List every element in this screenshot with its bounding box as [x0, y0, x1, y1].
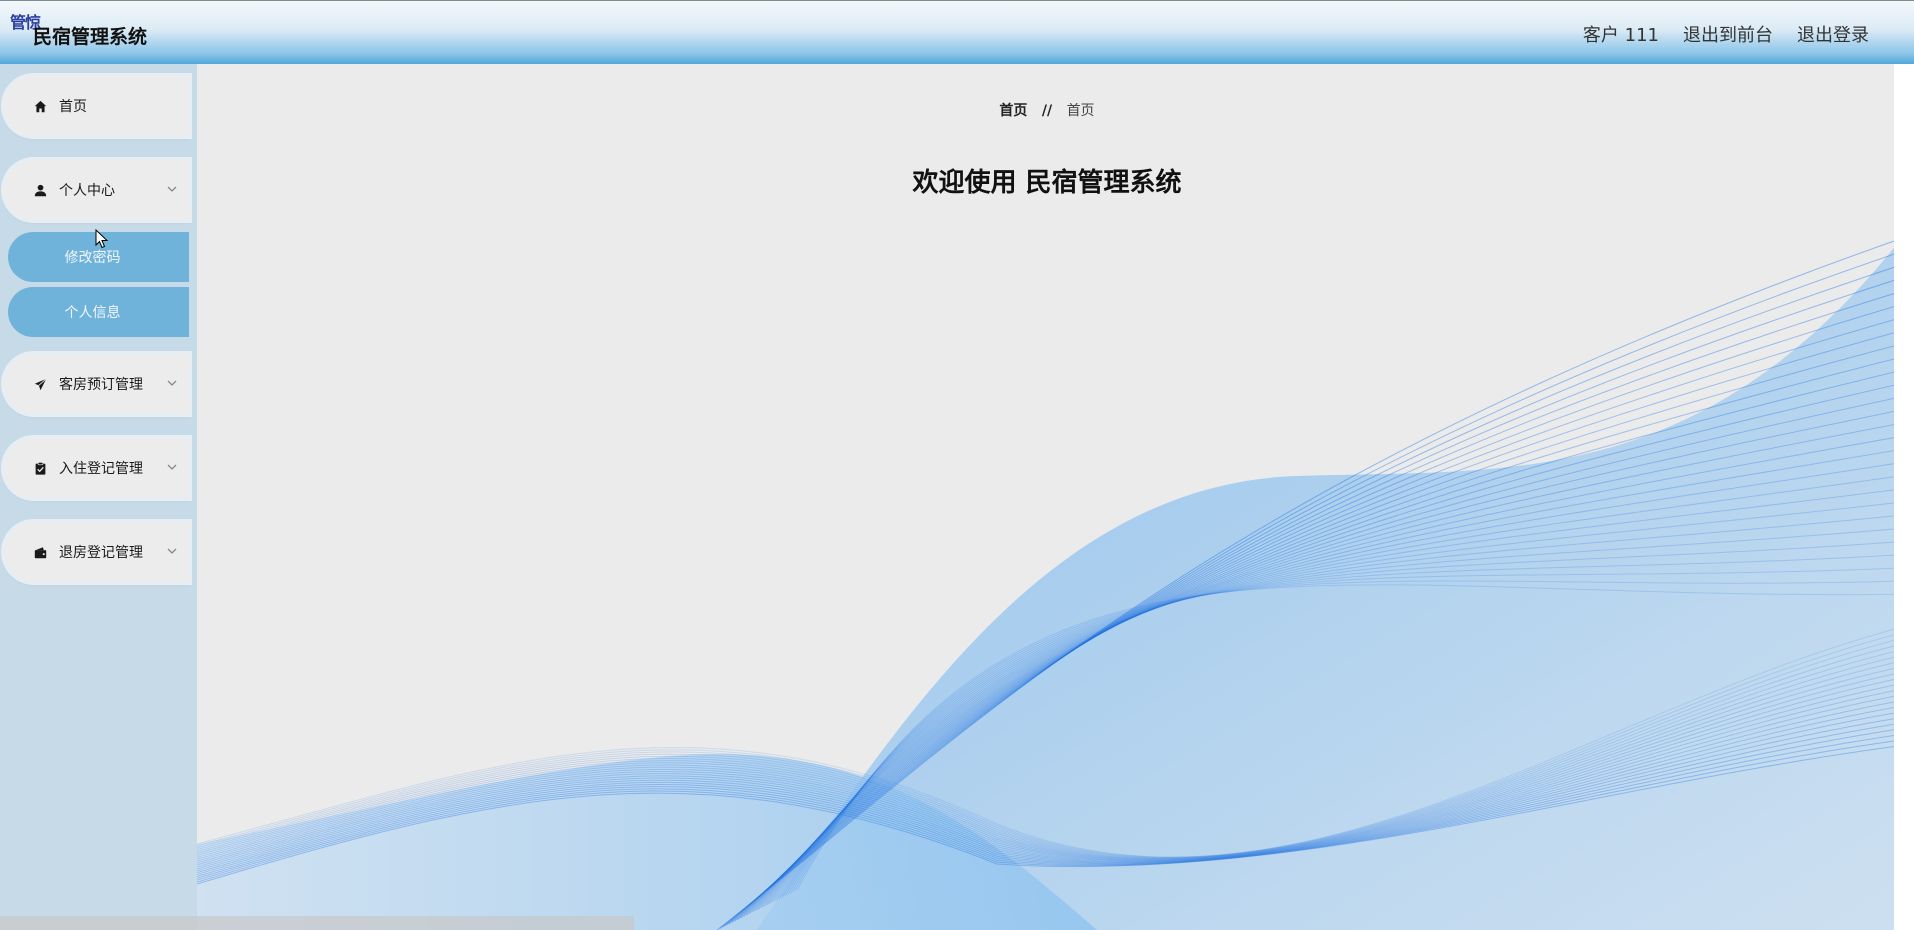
breadcrumb-current: 首页	[1066, 103, 1095, 119]
sidebar-item-label: 首页	[59, 99, 87, 115]
sidebar-item-checkout[interactable]: 退房登记管理	[4, 522, 189, 582]
chevron-down-icon	[167, 548, 177, 554]
chevron-down-icon	[167, 380, 177, 386]
breadcrumb: 首页 // 首页	[197, 100, 1897, 120]
exit-to-front-link[interactable]: 退出到前台	[1683, 21, 1773, 47]
sidebar-item-label: 客房预订管理	[59, 377, 143, 393]
submenu-item-personal-info[interactable]: 个人信息	[8, 287, 189, 337]
logout-link[interactable]: 退出登录	[1797, 21, 1869, 47]
chevron-down-icon	[167, 186, 177, 192]
top-header: 管惊 民宿管理系统 客户 111 退出到前台 退出登录	[0, 0, 1914, 64]
sidebar-item-room-booking[interactable]: 客房预订管理	[4, 354, 189, 414]
clipboard-check-icon	[32, 460, 48, 476]
main-content: 首页 // 首页 欢迎使用 民宿管理系统	[197, 64, 1914, 930]
mouse-cursor-icon	[95, 229, 109, 249]
sidebar-item-personal-center[interactable]: 个人中心	[4, 160, 189, 220]
sidebar-item-home[interactable]: 首页	[4, 76, 189, 136]
user-icon	[32, 182, 48, 198]
home-icon	[32, 98, 48, 114]
header-actions: 客户 111 退出到前台 退出登录	[1583, 21, 1869, 47]
paper-plane-icon	[32, 376, 48, 392]
current-user-label: 客户 111	[1582, 25, 1659, 46]
app-title: 民宿管理系统	[33, 26, 148, 48]
app-window: 管惊 民宿管理系统 客户 111 退出到前台 退出登录 首页 个人中心 修改密码…	[0, 0, 1914, 930]
sidebar: 首页 个人中心 修改密码 个人信息 客房预订管理 入住登记管理 退房登记管理	[0, 64, 197, 930]
browser-status-bar	[0, 916, 634, 930]
sidebar-item-label: 入住登记管理	[59, 461, 143, 477]
sidebar-item-label: 个人中心	[59, 183, 115, 199]
sidebar-item-checkin[interactable]: 入住登记管理	[4, 438, 189, 498]
right-edge-strip	[1894, 64, 1914, 930]
chevron-down-icon	[167, 464, 177, 470]
welcome-title: 欢迎使用 民宿管理系统	[912, 168, 1182, 198]
breadcrumb-separator: //	[1041, 103, 1053, 119]
breadcrumb-home[interactable]: 首页	[999, 103, 1027, 119]
wallet-icon	[32, 544, 48, 560]
sidebar-item-label: 退房登记管理	[59, 545, 143, 561]
